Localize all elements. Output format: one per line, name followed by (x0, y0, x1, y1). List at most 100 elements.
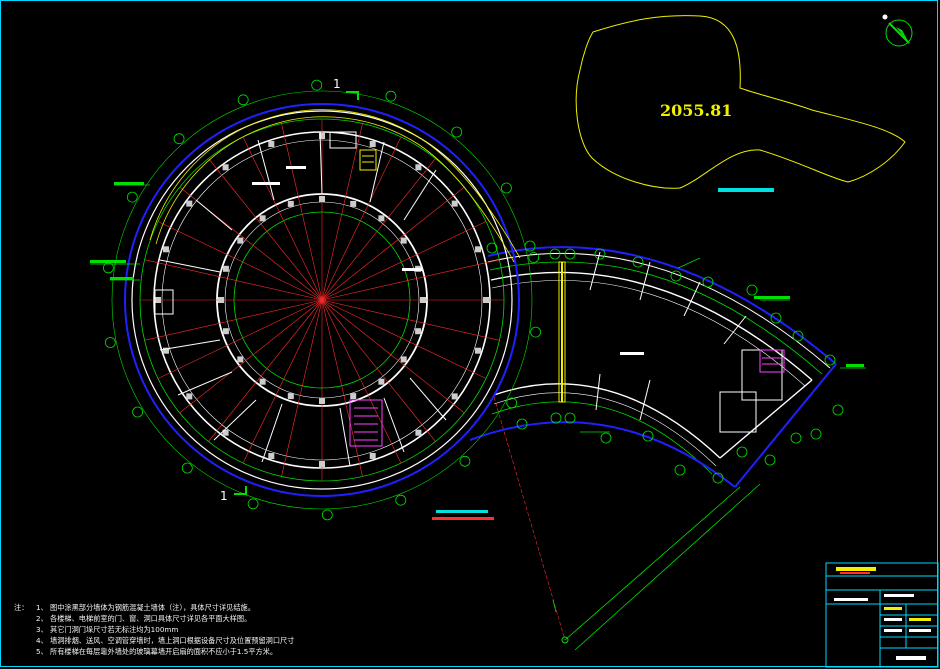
radial-axis-line (321, 158, 436, 301)
axis-bubble-icon (790, 432, 802, 444)
column-square (369, 141, 376, 147)
column-square (378, 378, 385, 385)
radial-axis-line (321, 259, 500, 301)
column-square (259, 215, 266, 222)
axis-bubble-icon (746, 284, 758, 296)
title-block (825, 562, 939, 668)
radial-axis-line (321, 299, 436, 442)
column-square (475, 347, 481, 354)
axis-bubble-icon (832, 404, 844, 416)
axis-bubble-icon (181, 462, 193, 474)
axis-bubble-icon (530, 326, 541, 338)
axis-bubble-icon (670, 270, 682, 282)
wing-arcs (469, 246, 837, 488)
label-leaders (90, 184, 866, 433)
general-notes: 注： 1、 图中涂黑部分墙体为钢筋混凝土墙体（注），具体尺寸详见结施。 2、 各… (14, 602, 294, 657)
axis-bubble-icon (600, 432, 612, 444)
note-item: 5、 所有楼梯在每层靠外墙处的玻璃幕墙开启扇的面积不应小于1.5平方米。 (36, 647, 278, 656)
axis-bubble-icon (247, 498, 259, 510)
column-square (378, 215, 385, 222)
axis-bubble-icon (810, 428, 822, 440)
axis-bubble-icon (237, 94, 249, 106)
column-square (155, 297, 161, 303)
column-square (400, 237, 407, 244)
axis-bubble-icon (126, 191, 138, 203)
axis-bubble-icon (132, 406, 144, 418)
wing-radial-guides (493, 396, 761, 651)
column-square (186, 200, 193, 207)
axis-bubble-icon (516, 418, 528, 430)
axis-bubble-icon (736, 446, 748, 458)
column-square (369, 453, 376, 459)
radial-axis-line (321, 299, 363, 477)
column-square (350, 200, 357, 207)
axis-bubble-icon (459, 455, 471, 467)
column-square (287, 200, 294, 207)
column-square (268, 453, 275, 459)
column-square (451, 393, 458, 400)
radial-axis-line (321, 299, 465, 414)
column-square (163, 246, 169, 253)
floor-plan-drawing: 2055.81 1 1 (90, 14, 939, 668)
radial-axis-line (321, 123, 363, 301)
axis-bubble-icon (103, 262, 114, 274)
radial-axis-lines (140, 119, 504, 481)
notes-lead: 注： (14, 603, 29, 612)
column-square (415, 164, 422, 171)
axis-bubble-icon (385, 90, 397, 102)
column-square (451, 200, 458, 207)
column-square (237, 356, 244, 363)
axis-bubble-icon (395, 494, 407, 506)
note-item: 1、 图中涂黑部分墙体为钢筋混凝土墙体（注），具体尺寸详见结施。 (36, 603, 255, 612)
section-mark-bottom-label: 1 (220, 489, 228, 503)
column-square (186, 393, 193, 400)
axis-bubble-icon (173, 133, 185, 145)
column-square (287, 393, 294, 400)
column-square (350, 393, 357, 400)
axis-bubble-icon (451, 126, 463, 138)
section-mark-top-label: 1 (333, 77, 341, 91)
radial-axis-line (144, 259, 323, 301)
section-mark-bottom (234, 486, 247, 495)
note-item: 4、 墙洞排烟、送风、空调管穿墙时，墙上洞口根据设备尺寸及位置预留洞口尺寸 (36, 636, 295, 645)
site-outline (575, 15, 906, 192)
radial-axis-line (208, 158, 323, 301)
radial-axis-line (179, 299, 323, 414)
title-block-fills (834, 567, 931, 660)
column-square (415, 328, 422, 335)
column-square (319, 461, 325, 467)
axis-bubble-icon (594, 248, 606, 260)
column-square (475, 246, 481, 253)
radial-axis-line (281, 123, 323, 301)
axis-bubble-icon (104, 337, 116, 348)
axis-bubble-icon (311, 79, 323, 91)
column-square (319, 398, 325, 404)
radial-axis-line (321, 299, 500, 341)
column-square (319, 196, 325, 202)
axis-bubble-icon (764, 454, 776, 466)
label-fills (90, 166, 864, 367)
column-square (259, 378, 266, 385)
column-square (222, 328, 229, 335)
north-arrow-icon (882, 14, 913, 47)
column-square (420, 297, 426, 303)
axis-bubble-icon (486, 242, 498, 254)
axis-bubble-icon (506, 397, 518, 409)
axis-bubble-icon (528, 252, 540, 263)
column-square (415, 429, 422, 436)
corridor-column (558, 261, 566, 403)
radial-axis-line (144, 299, 323, 341)
note-item: 2、 各楼梯、电梯前室的门、窗、洞口具体尺寸详见各平面大样图。 (36, 614, 252, 623)
radial-axis-line (281, 299, 323, 477)
axis-bubble-icon (674, 464, 686, 476)
column-square (237, 237, 244, 244)
column-square (218, 297, 224, 303)
site-area-label: 2055.81 (660, 101, 732, 120)
column-square (222, 164, 229, 171)
axis-bubble-icon (500, 182, 512, 194)
radial-axis-line (321, 186, 465, 301)
plan-caption (432, 510, 494, 520)
column-square (222, 265, 229, 272)
column-square (483, 297, 489, 303)
axis-bubble-icon (321, 509, 333, 521)
